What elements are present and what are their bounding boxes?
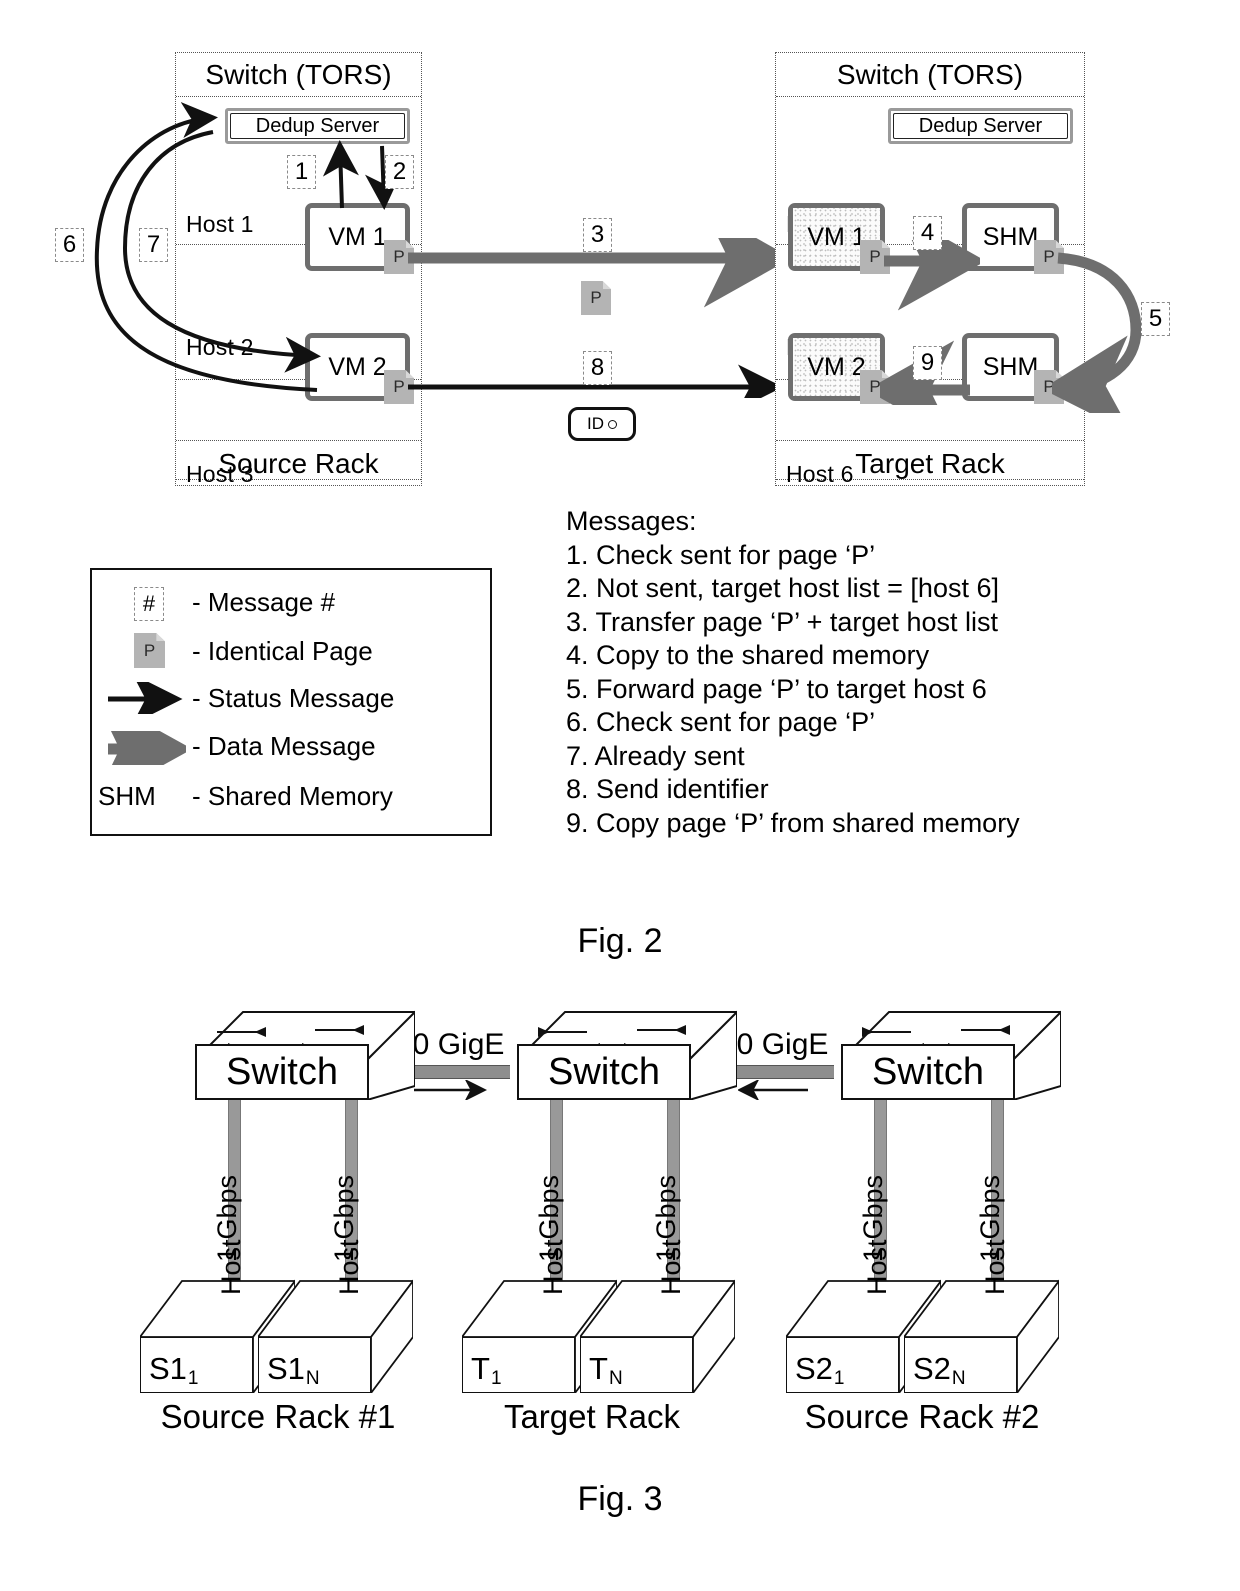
host-s1-1-label: S11 xyxy=(149,1351,199,1389)
host-t-n[interactable]: Host TN xyxy=(580,1239,735,1393)
message-item-4: 4. Copy to the shared memory xyxy=(566,640,930,670)
arrow-5-path xyxy=(1052,252,1142,413)
message-badge-7: 7 xyxy=(139,228,168,262)
rack-caption-target: Target Rack xyxy=(503,1398,681,1435)
message-badge-3: 3 xyxy=(583,218,612,252)
legend-shared-memory-text: - Shared Memory xyxy=(192,781,393,811)
figure-3: 10 GigE 10 GigE Switch Switch Switch 1 G… xyxy=(0,990,1240,1590)
legend-identical-page-text: - Identical Page xyxy=(192,636,373,666)
host-s1-1-front: S11 xyxy=(140,1337,253,1393)
host-s1-n-front: S1N xyxy=(258,1337,371,1393)
host-t-1-top-label: Host xyxy=(538,1239,568,1295)
messages-list: Messages: 1. Check sent for page ‘P’ 2. … xyxy=(566,505,1020,840)
host-s1-n-top-label: Host xyxy=(334,1239,364,1295)
host-s2-n-label: S2N xyxy=(913,1351,966,1389)
legend-data-message-arrow xyxy=(106,731,186,765)
uplink-bar-right xyxy=(722,1065,834,1079)
figure-2: Switch (TORS) Host 1 Host 2 Host 3 Sourc… xyxy=(0,0,1240,975)
target-switch-header: Switch (TORS) xyxy=(776,53,1084,97)
message-item-6: 6. Check sent for page ‘P’ xyxy=(566,707,876,737)
host-s1-n-label: S1N xyxy=(267,1351,320,1389)
message-badge-8: 8 xyxy=(583,351,612,385)
arrow-6-path xyxy=(94,102,318,392)
rack-caption-source-1: Source Rack #1 xyxy=(160,1398,396,1435)
host-s1-n[interactable]: Host S1N xyxy=(258,1239,413,1393)
host-t-1-front: T1 xyxy=(462,1337,575,1393)
figure-2-caption: Fig. 2 xyxy=(577,922,663,960)
host-t-1-label: T1 xyxy=(471,1351,502,1389)
switch-1[interactable]: Switch xyxy=(195,1008,415,1100)
legend-status-message-arrow xyxy=(108,682,183,714)
switch-2-label: Switch xyxy=(517,1044,691,1100)
figure-3-caption: Fig. 3 xyxy=(577,1480,663,1518)
legend-status-message-text: - Status Message xyxy=(192,683,395,713)
uplink-direction-arrow-left xyxy=(414,1080,487,1100)
middle-identical-page-icon: P xyxy=(581,281,611,315)
figure-2-legend: # - Message # P - Identical Page - Statu… xyxy=(90,568,492,836)
messages-title: Messages: xyxy=(566,506,697,536)
host-s2-n-front: S2N xyxy=(904,1337,1017,1393)
message-item-7: 7. Already sent xyxy=(566,740,745,771)
left-curved-arrows xyxy=(94,102,321,392)
message-item-3: 3. Transfer page ‘P’ + target host list xyxy=(566,606,998,637)
id-tag: ID xyxy=(568,407,636,441)
message-item-9: 9. Copy page ‘P’ from shared memory xyxy=(566,807,1020,838)
legend-message-number-badge: # xyxy=(134,587,164,621)
message-item-1: 1. Check sent for page ‘P’ xyxy=(566,539,876,570)
message-badge-5: 5 xyxy=(1141,302,1170,336)
target-internal-arrows xyxy=(880,240,980,405)
legend-identical-page-icon: P xyxy=(134,633,165,668)
message-badge-4: 4 xyxy=(913,216,942,250)
page-fold-corner xyxy=(156,633,165,642)
host-s2-1-front: S21 xyxy=(786,1337,899,1393)
switch-2[interactable]: Switch xyxy=(517,1008,737,1100)
message-badge-6: 6 xyxy=(55,228,84,262)
uplink-direction-arrow-right xyxy=(738,1080,808,1100)
host-s2-1-top-label: Host xyxy=(862,1239,892,1295)
host-t-n-front: TN xyxy=(580,1337,693,1393)
target-dedup-server-label: Dedup Server xyxy=(893,113,1068,139)
source-switch-header: Switch (TORS) xyxy=(176,53,421,97)
host-s1-1-top-label: Host xyxy=(216,1239,246,1295)
legend-message-number-text: - Message # xyxy=(192,587,336,617)
id-tag-hole xyxy=(608,419,617,429)
rack-caption-source-2: Source Rack #2 xyxy=(804,1398,1040,1435)
legend-shm-abbreviation: SHM xyxy=(98,781,156,811)
message-item-5: 5. Forward page ‘P’ to target host 6 xyxy=(566,673,987,704)
host-s2-1-label: S21 xyxy=(795,1351,845,1389)
host-t-n-label: TN xyxy=(589,1351,623,1389)
arrow-2-path xyxy=(365,145,401,210)
host-s2-n-top-label: Host xyxy=(980,1239,1010,1295)
legend-data-message-text: - Data Message xyxy=(192,731,376,761)
message-item-2: 2. Not sent, target host list = [host 6] xyxy=(566,573,999,603)
target-dedup-server[interactable]: Dedup Server xyxy=(888,108,1073,144)
target-rack-label: Target Rack xyxy=(776,440,1084,485)
host-t-n-top-label: Host xyxy=(656,1239,686,1295)
switch-3[interactable]: Switch xyxy=(841,1008,1061,1100)
message-badge-9: 9 xyxy=(913,346,942,380)
id-tag-label: ID xyxy=(587,414,604,433)
message-item-8: 8. Send identifier xyxy=(566,774,769,804)
switch-3-label: Switch xyxy=(841,1044,1015,1100)
source-rack-label: Source Rack xyxy=(176,440,421,485)
message-badge-2: 2 xyxy=(385,155,414,189)
host-s2-n[interactable]: Host S2N xyxy=(904,1239,1059,1393)
switch-1-label: Switch xyxy=(195,1044,369,1100)
